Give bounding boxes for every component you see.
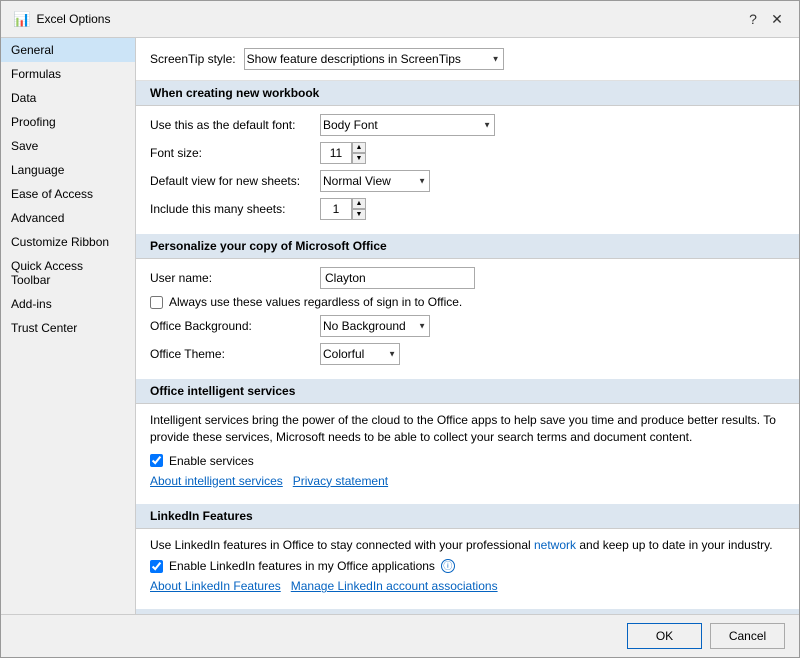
default-view-label: Default view for new sheets:: [150, 174, 320, 188]
sidebar: General Formulas Data Proofing Save Lang…: [1, 38, 136, 614]
linkedin-section-header: LinkedIn Features: [136, 504, 799, 529]
linkedin-network-link[interactable]: network: [534, 538, 576, 552]
username-row: User name:: [150, 267, 785, 289]
office-theme-select-wrapper: Colorful Dark Gray Black White: [320, 343, 400, 365]
personalize-section-header: Personalize your copy of Microsoft Offic…: [136, 234, 799, 259]
about-intelligent-services-link[interactable]: About intelligent services: [150, 474, 283, 488]
default-view-select-wrapper: Normal View Page Break Preview Page Layo…: [320, 170, 430, 192]
enable-services-row: Enable services: [150, 454, 785, 468]
sidebar-item-proofing[interactable]: Proofing: [1, 110, 135, 134]
sidebar-item-general[interactable]: General: [1, 38, 135, 62]
sheets-input[interactable]: [320, 198, 352, 220]
office-theme-select[interactable]: Colorful Dark Gray Black White: [320, 343, 400, 365]
sidebar-item-data[interactable]: Data: [1, 86, 135, 110]
office-background-label: Office Background:: [150, 319, 320, 333]
main-panel: ScreenTip style: Show feature descriptio…: [136, 38, 799, 614]
default-view-select[interactable]: Normal View Page Break Preview Page Layo…: [320, 170, 430, 192]
intelligent-services-description: Intelligent services bring the power of …: [150, 412, 785, 446]
screentip-label: ScreenTip style:: [150, 52, 236, 66]
linkedin-section-content: Use LinkedIn features in Office to stay …: [136, 529, 799, 610]
sidebar-item-advanced[interactable]: Advanced: [1, 206, 135, 230]
font-size-wrapper: ▲ ▼: [320, 142, 366, 164]
screentip-row: ScreenTip style: Show feature descriptio…: [136, 38, 799, 81]
title-bar-right: ? ✕: [743, 9, 787, 29]
linkedin-links: About LinkedIn Features Manage LinkedIn …: [150, 579, 785, 593]
sheets-up-button[interactable]: ▲: [352, 198, 366, 209]
office-theme-label: Office Theme:: [150, 347, 320, 361]
title-bar: 📊 Excel Options ? ✕: [1, 1, 799, 38]
title-bar-left: 📊 Excel Options: [13, 11, 110, 28]
new-workbook-section-header: When creating new workbook: [136, 81, 799, 106]
sidebar-item-language[interactable]: Language: [1, 158, 135, 182]
font-size-spinner: ▲ ▼: [352, 142, 366, 164]
main-content-area: General Formulas Data Proofing Save Lang…: [1, 38, 799, 614]
font-size-input[interactable]: [320, 142, 352, 164]
font-size-down-button[interactable]: ▼: [352, 153, 366, 164]
sidebar-item-quick-access-toolbar[interactable]: Quick Access Toolbar: [1, 254, 135, 292]
font-size-label: Font size:: [150, 146, 320, 160]
about-linkedin-features-link[interactable]: About LinkedIn Features: [150, 579, 281, 593]
privacy-statement-link[interactable]: Privacy statement: [293, 474, 388, 488]
sheets-row: Include this many sheets: ▲ ▼: [150, 198, 785, 220]
personalize-section-content: User name: Always use these values regar…: [136, 259, 799, 379]
always-use-label: Always use these values regardless of si…: [169, 295, 462, 309]
sheets-wrapper: ▲ ▼: [320, 198, 366, 220]
office-background-row: Office Background: No Background Calligr…: [150, 315, 785, 337]
sidebar-item-trust-center[interactable]: Trust Center: [1, 316, 135, 340]
default-font-label: Use this as the default font:: [150, 118, 320, 132]
enable-linkedin-row: Enable LinkedIn features in my Office ap…: [150, 559, 785, 573]
dialog-icon: 📊: [13, 11, 30, 28]
office-background-select-wrapper: No Background Calligraphy Circuit: [320, 315, 430, 337]
linkedin-description: Use LinkedIn features in Office to stay …: [150, 537, 785, 554]
close-button[interactable]: ✕: [767, 9, 787, 29]
default-view-row: Default view for new sheets: Normal View…: [150, 170, 785, 192]
enable-services-checkbox[interactable]: [150, 454, 163, 467]
screentip-select[interactable]: Show feature descriptions in ScreenTips …: [244, 48, 504, 70]
default-font-select-wrapper: Body Font Calibri Arial: [320, 114, 495, 136]
username-label: User name:: [150, 271, 320, 285]
sidebar-item-customize-ribbon[interactable]: Customize Ribbon: [1, 230, 135, 254]
font-size-row: Font size: ▲ ▼: [150, 142, 785, 164]
default-font-row: Use this as the default font: Body Font …: [150, 114, 785, 136]
bottom-bar: OK Cancel: [1, 614, 799, 657]
office-background-select[interactable]: No Background Calligraphy Circuit: [320, 315, 430, 337]
always-use-checkbox[interactable]: [150, 296, 163, 309]
dialog-title: Excel Options: [36, 12, 110, 26]
default-font-select[interactable]: Body Font Calibri Arial: [320, 114, 495, 136]
sidebar-item-save[interactable]: Save: [1, 134, 135, 158]
screentip-select-wrapper: Show feature descriptions in ScreenTips …: [244, 48, 504, 70]
always-use-row: Always use these values regardless of si…: [150, 295, 785, 309]
enable-services-label: Enable services: [169, 454, 254, 468]
sidebar-item-ease-of-access[interactable]: Ease of Access: [1, 182, 135, 206]
help-button[interactable]: ?: [743, 9, 763, 29]
intelligent-services-links: About intelligent services Privacy state…: [150, 474, 785, 488]
excel-options-dialog: 📊 Excel Options ? ✕ General Formulas Dat…: [0, 0, 800, 658]
new-workbook-section-content: Use this as the default font: Body Font …: [136, 106, 799, 234]
enable-linkedin-label: Enable LinkedIn features in my Office ap…: [169, 559, 435, 573]
sidebar-item-formulas[interactable]: Formulas: [1, 62, 135, 86]
sheets-down-button[interactable]: ▼: [352, 209, 366, 220]
ok-button[interactable]: OK: [627, 623, 702, 649]
manage-linkedin-link[interactable]: Manage LinkedIn account associations: [291, 579, 498, 593]
sidebar-item-add-ins[interactable]: Add-ins: [1, 292, 135, 316]
intelligent-services-section-content: Intelligent services bring the power of …: [136, 404, 799, 504]
cancel-button[interactable]: Cancel: [710, 623, 785, 649]
sheets-spinner: ▲ ▼: [352, 198, 366, 220]
sheets-label: Include this many sheets:: [150, 202, 320, 216]
enable-linkedin-checkbox[interactable]: [150, 560, 163, 573]
office-theme-row: Office Theme: Colorful Dark Gray Black W…: [150, 343, 785, 365]
intelligent-services-section-header: Office intelligent services: [136, 379, 799, 404]
username-input[interactable]: [320, 267, 475, 289]
font-size-up-button[interactable]: ▲: [352, 142, 366, 153]
linkedin-info-icon[interactable]: ⓘ: [441, 559, 455, 573]
